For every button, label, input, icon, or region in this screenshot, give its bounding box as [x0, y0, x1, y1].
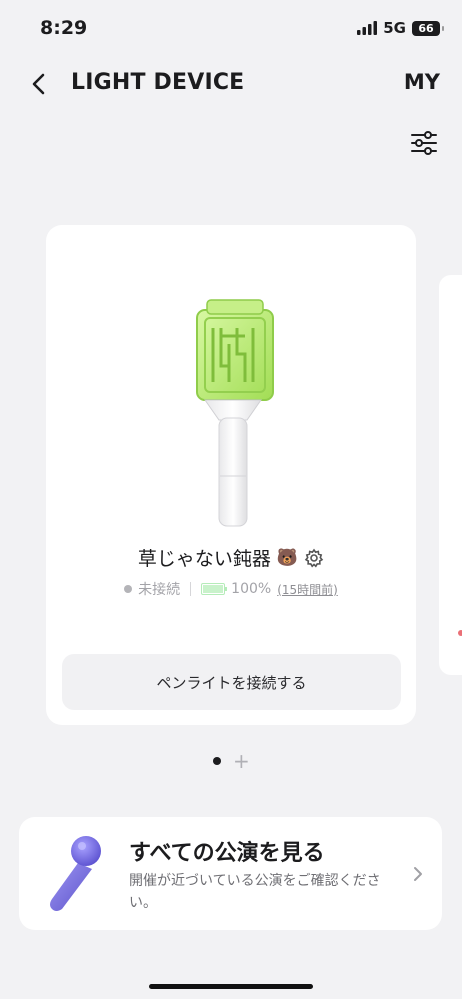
connect-button-label: ペンライトを接続する — [156, 673, 307, 692]
home-indicator[interactable] — [149, 984, 313, 989]
page-title: LIGHT DEVICE — [71, 70, 245, 95]
filter-sliders-icon[interactable] — [409, 128, 439, 158]
next-device-card-peek[interactable] — [439, 275, 462, 675]
connection-dot-icon — [124, 585, 133, 593]
battery-percent: 100% — [231, 581, 272, 597]
bear-emoji: 🐻 — [276, 547, 299, 568]
divider — [190, 582, 192, 596]
add-device-button[interactable]: + — [233, 751, 250, 771]
page-dot-active — [213, 757, 221, 765]
device-name: 草じゃない鈍器 — [137, 548, 271, 570]
back-chevron-icon[interactable] — [28, 70, 52, 98]
connect-lightstick-button[interactable]: ペンライトを接続する — [62, 654, 401, 710]
status-time: 8:29 — [40, 17, 88, 39]
next-card-accent — [458, 630, 462, 636]
device-name-row: 草じゃない鈍器 🐻 — [46, 544, 416, 571]
chevron-right-icon[interactable] — [411, 864, 425, 884]
network-type: 5G — [383, 19, 406, 37]
my-button[interactable]: MY — [404, 70, 440, 94]
connection-status: 未接続 — [138, 582, 181, 598]
settings-gear-icon[interactable] — [304, 548, 324, 568]
battery-icon: 66 — [412, 20, 444, 36]
signal-icon — [357, 21, 378, 35]
lightstick-image — [196, 299, 274, 527]
last-seen: (15時間前) — [277, 582, 338, 597]
promo-description: 開催が近づいている公演をご確認ください。 — [129, 873, 381, 911]
device-status-row: 未接続 100% (15時間前) — [46, 579, 416, 599]
promo-title: すべての公演を見る — [129, 841, 325, 866]
microphone-icon — [50, 836, 101, 911]
battery-full-icon — [201, 583, 228, 595]
battery-level: 66 — [418, 21, 434, 35]
page-indicator: + — [213, 751, 250, 771]
status-indicators: 5G 66 — [357, 19, 444, 37]
